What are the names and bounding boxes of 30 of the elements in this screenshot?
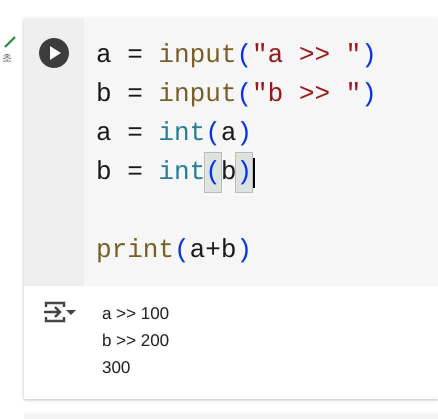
code-token: b = [96,156,144,189]
code-token: int [158,156,206,189]
code-token: ) [361,78,377,111]
code-token: a = [96,39,144,72]
code-token: "a >> " [252,39,362,72]
code-token: ) [361,39,377,72]
code-token: ) [236,234,252,267]
code-token: ( [205,153,221,192]
code-token: ) [236,117,252,150]
code-token: a = [96,117,144,150]
code-token: b [220,156,236,189]
code-token: int [158,117,206,150]
run-time-label: 초 [2,52,12,65]
code-token: ( [205,117,221,150]
code-token: input [158,39,236,72]
code-token: a+b [190,234,236,267]
run-button[interactable] [39,38,69,68]
code-token: b = [96,78,144,111]
output-actions-icon[interactable] [42,300,78,324]
output-line: 300 [102,357,132,379]
output-line: b >> 200 [102,330,170,352]
output-line: a >> 100 [102,303,170,325]
code-token: ) [236,153,252,192]
code-token: input [158,78,236,111]
code-token: "b >> " [252,78,362,111]
code-token: print [96,234,174,267]
code-token: a [220,117,236,150]
code-token: ( [174,234,190,267]
code-token: ( [236,39,252,72]
code-token: ( [236,78,252,111]
